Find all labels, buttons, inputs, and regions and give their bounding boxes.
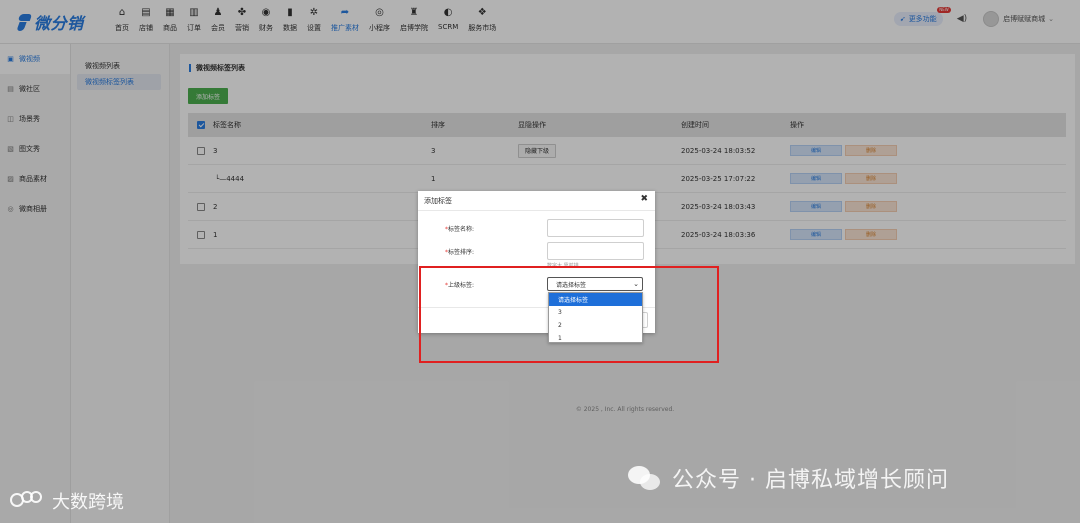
tag-name-input[interactable]: [547, 219, 644, 237]
tag-sort-input[interactable]: [547, 242, 644, 260]
annotation-highlight-box: [419, 266, 719, 363]
watermark-right: 公众号 · 启博私域增长顾问: [628, 462, 949, 494]
modal-title: 添加标签: [418, 191, 655, 211]
watermark-right-text: 公众号 · 启博私域增长顾问: [672, 468, 949, 493]
sort-label: *标签排序:: [444, 248, 474, 256]
brand-logo-icon: [10, 491, 46, 511]
close-icon[interactable]: ✖: [640, 194, 648, 204]
watermark-left-text: 大数跨境: [52, 492, 124, 513]
watermark-left: 大数跨境: [10, 488, 124, 514]
wechat-icon: [628, 464, 662, 492]
name-label: *标签名称:: [444, 225, 474, 233]
